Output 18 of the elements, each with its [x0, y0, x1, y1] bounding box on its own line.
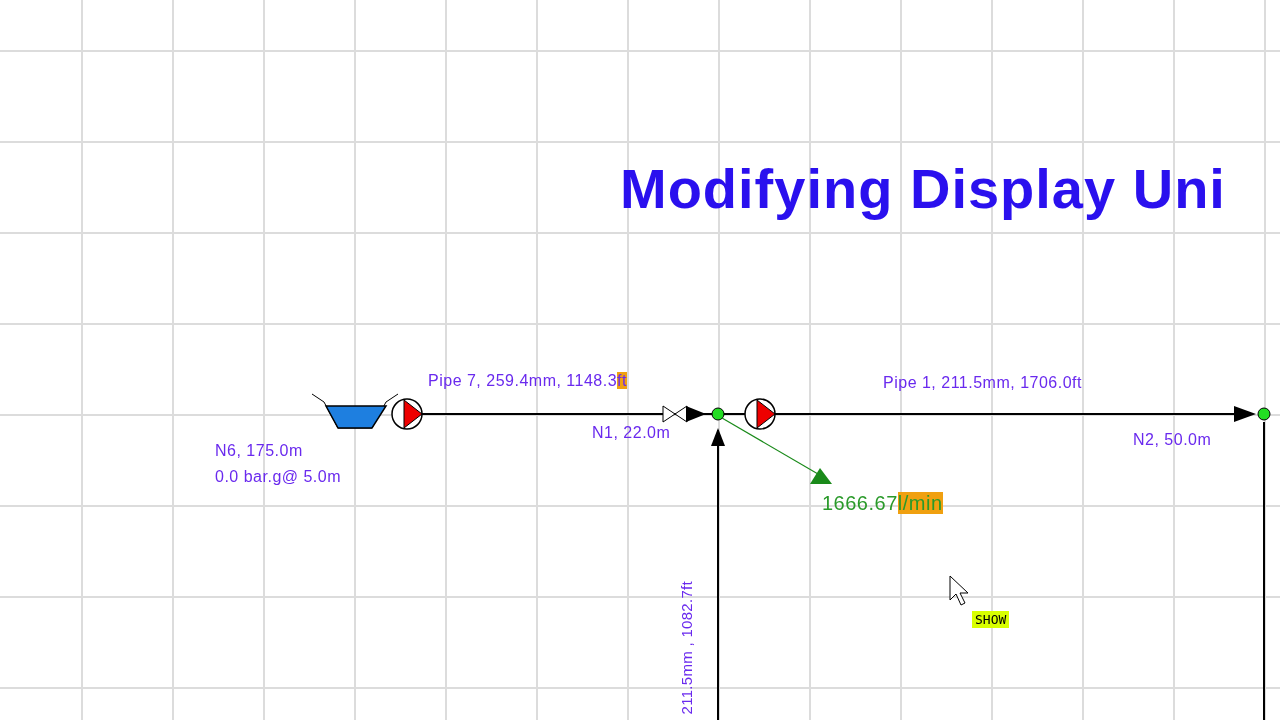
tank-icon[interactable] [311, 393, 399, 429]
cursor-icon [949, 575, 969, 606]
tooltip: SHOW [972, 611, 1010, 628]
valve-icon[interactable] [662, 405, 688, 423]
flow-arrow-icon [1234, 406, 1256, 422]
node-label: N1, 22.0m [592, 423, 671, 443]
junction-node[interactable] [1257, 407, 1271, 421]
pump-icon[interactable] [391, 398, 423, 430]
pump-icon[interactable] [744, 398, 776, 430]
flow-arrow-icon [686, 406, 706, 422]
node-label: N6, 175.0m 0.0 bar.g@ 5.0m [215, 441, 342, 487]
pipe-label: 211.5mm , 1082.7ft [677, 579, 695, 715]
junction-node[interactable] [711, 407, 725, 421]
node-label: N2, 50.0m [1133, 430, 1212, 450]
pipe-label: Pipe 1, 211.5mm, 1706.0ft [883, 374, 1082, 392]
diagram-title: Modifying Display Uni [620, 156, 1226, 221]
flow-arrow-icon [711, 428, 725, 446]
flow-label: 1666.67l/min [822, 492, 943, 515]
